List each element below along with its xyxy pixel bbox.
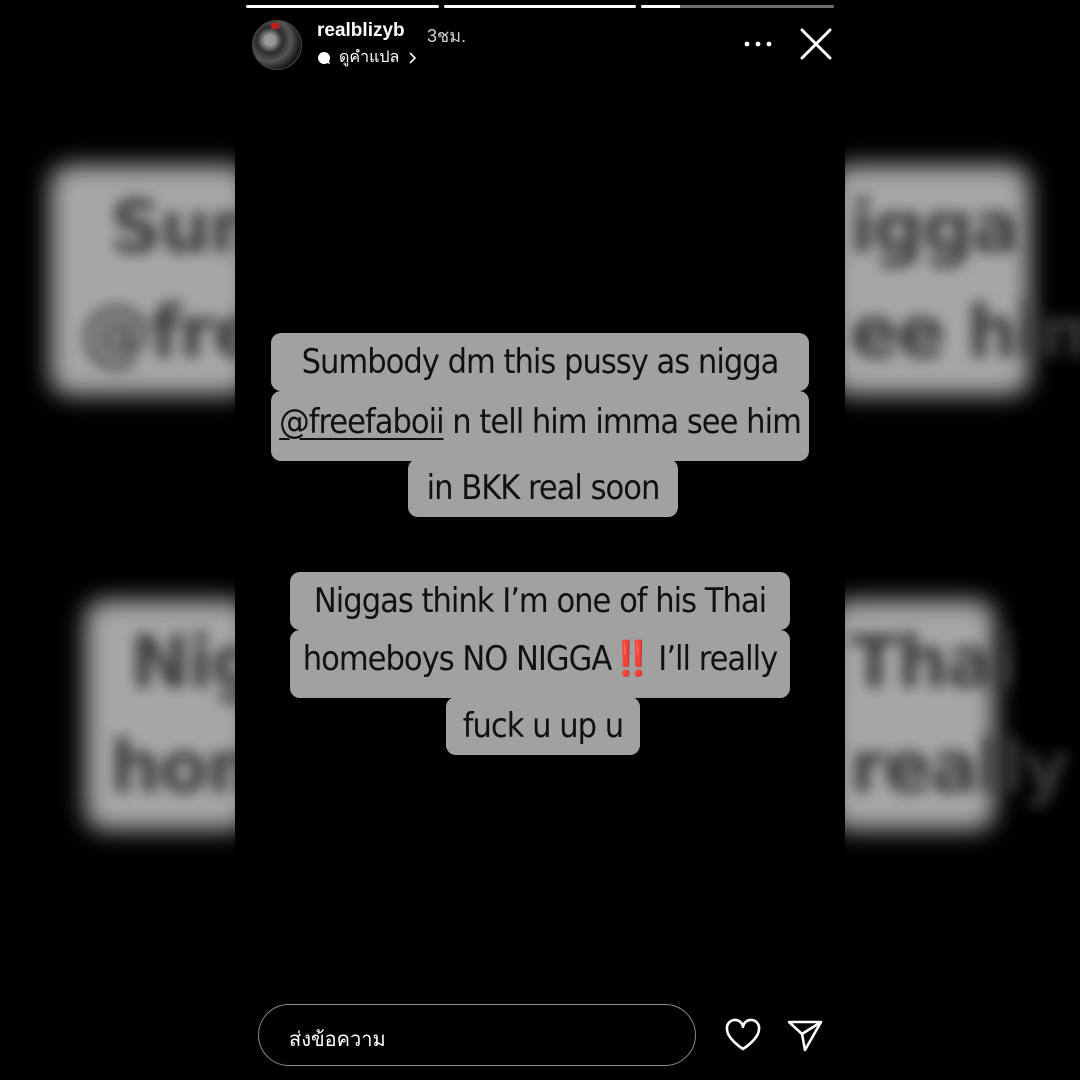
see-translation-label: ดูคำแปล bbox=[339, 49, 400, 66]
text-line: Sumbody dm this pussy as nigga bbox=[271, 333, 809, 391]
chevron-right-icon bbox=[409, 51, 417, 64]
blurred-text: ee him bbox=[850, 290, 1080, 374]
text-line-content: in BKK real soon bbox=[426, 468, 661, 508]
send-icon[interactable] bbox=[784, 1014, 826, 1056]
blurred-text: igga bbox=[850, 185, 1020, 269]
text-line-content: I’ll really bbox=[649, 639, 778, 679]
chat-bubble-icon bbox=[318, 51, 331, 64]
text-line: fuck u up u bbox=[446, 697, 640, 755]
progress-segment bbox=[443, 5, 637, 8]
text-line-content: n tell him imma see him bbox=[443, 402, 802, 442]
progress-segment bbox=[246, 5, 439, 8]
reply-placeholder: ส่งข้อความ bbox=[289, 1029, 386, 1051]
text-line: in BKK real soon bbox=[408, 459, 678, 517]
close-icon[interactable] bbox=[796, 24, 836, 64]
more-horizontal-icon[interactable] bbox=[742, 28, 774, 60]
mention-link[interactable]: @freefaboii bbox=[279, 402, 444, 442]
blurred-text: really bbox=[850, 725, 1069, 809]
avatar[interactable] bbox=[252, 20, 302, 70]
text-line-content: Sumbody dm this pussy as nigga bbox=[301, 342, 780, 382]
heart-icon[interactable] bbox=[722, 1014, 764, 1056]
double-exclamation-emoji: ‼️ bbox=[611, 639, 653, 679]
text-line-content: homeboys NO NIGGA bbox=[302, 639, 612, 679]
text-line: @freefaboii n tell him imma see him bbox=[271, 391, 809, 461]
blurred-text: @fre bbox=[80, 290, 262, 374]
text-line-content: fuck u up u bbox=[462, 706, 624, 746]
text-line-content: Niggas think I’m one of his Thai bbox=[313, 581, 767, 621]
progress-segment bbox=[641, 5, 835, 8]
story-progress-bar bbox=[246, 5, 835, 8]
see-translation-link[interactable]: ดูคำแปล bbox=[317, 45, 417, 70]
text-line: Niggas think I’m one of his Thai bbox=[290, 572, 790, 630]
text-line: homeboys NO NIGGA‼️ I’ll really bbox=[290, 630, 790, 698]
reply-input[interactable]: ส่งข้อความ bbox=[258, 1004, 696, 1066]
blurred-text: Thai bbox=[850, 620, 1018, 704]
post-time: 3ชม. bbox=[427, 26, 467, 46]
story-panel[interactable] bbox=[235, 0, 845, 1080]
username[interactable]: realblizyb bbox=[317, 20, 405, 42]
